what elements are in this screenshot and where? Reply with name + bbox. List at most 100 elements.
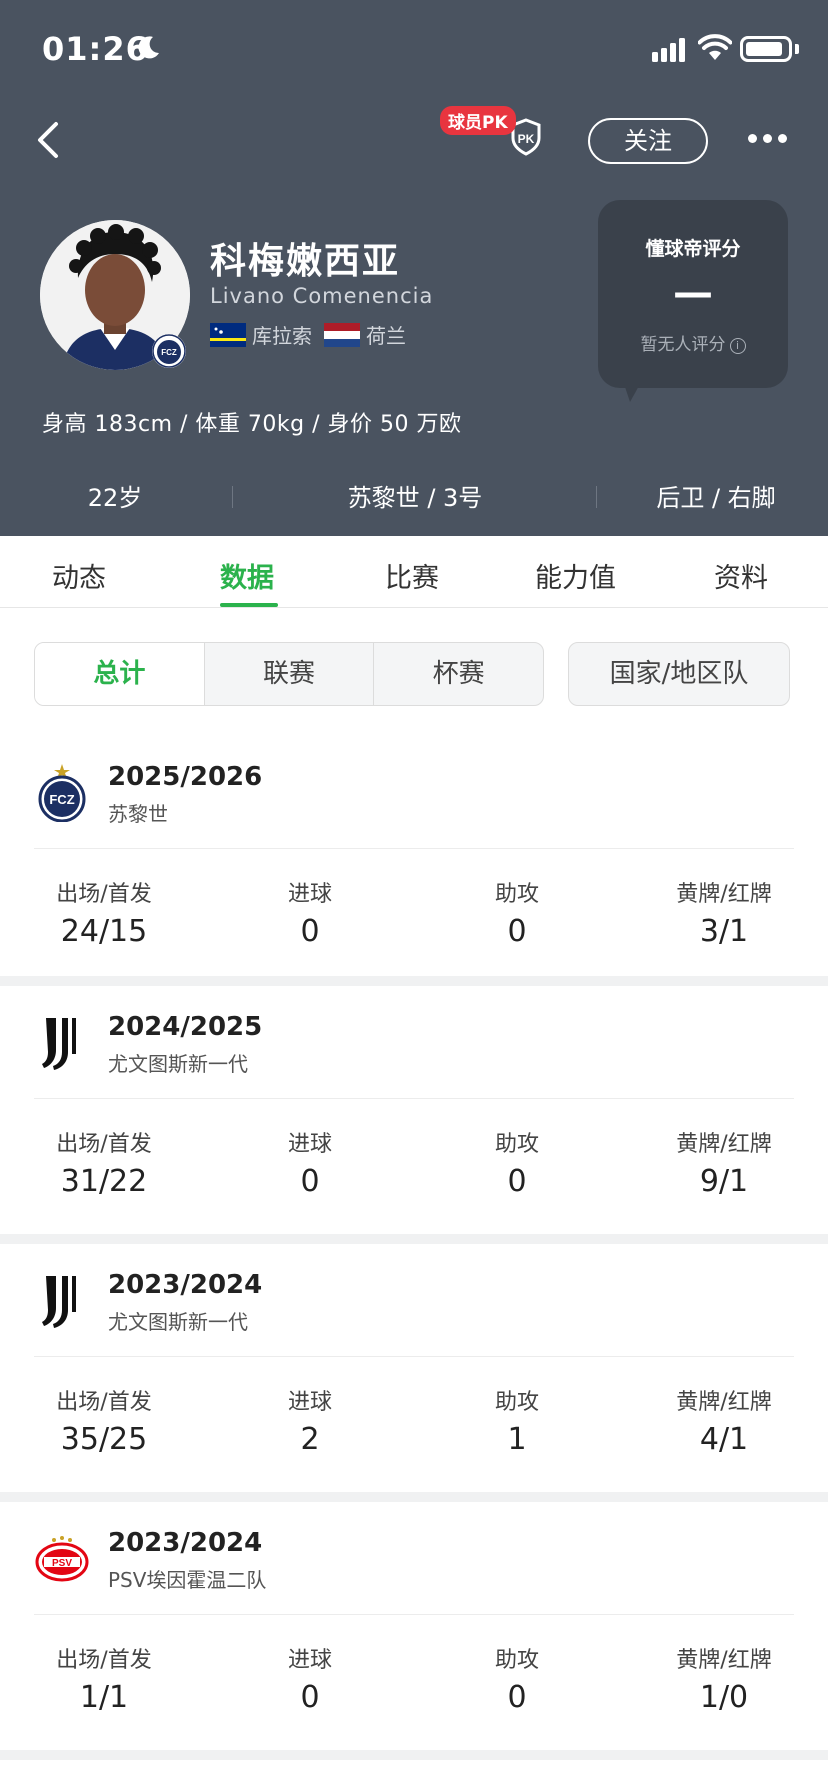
- tab-profile[interactable]: 资料: [714, 556, 768, 595]
- stat-label: 助攻: [494, 1132, 539, 1157]
- tab-activity[interactable]: 动态: [52, 556, 106, 595]
- player-pk-button[interactable]: 球员PK PK: [440, 106, 544, 160]
- follow-button[interactable]: 关注: [588, 118, 708, 164]
- nationality-2: 荷兰: [366, 324, 406, 348]
- competition-filter: 总计 联赛 杯赛: [34, 642, 544, 706]
- stat-value: 0: [507, 1680, 527, 1715]
- juventus-logo-icon: [42, 1018, 76, 1070]
- filter-league[interactable]: 联赛: [203, 643, 374, 705]
- tab-bar: 动态 数据 比赛 能力值 资料: [0, 536, 828, 608]
- stat-label: 进球: [287, 1648, 332, 1673]
- curacao-flag-icon: [210, 322, 246, 347]
- player-name: 科梅嫩西亚: [210, 241, 401, 282]
- battery-tip: [795, 44, 799, 54]
- section-divider: [0, 1750, 828, 1760]
- stat-value: 0: [507, 914, 527, 949]
- stat-cards: 黄牌/红牌 4/1: [644, 1384, 804, 1457]
- wifi-icon: [698, 34, 732, 60]
- stat-cards: 黄牌/红牌 9/1: [644, 1126, 804, 1199]
- tab-data[interactable]: 数据: [220, 556, 274, 595]
- stat-goals: 进球 0: [230, 876, 390, 949]
- stat-goals: 进球 0: [230, 1126, 390, 1199]
- stat-label: 助攻: [494, 882, 539, 907]
- player-english-name: Livano Comenencia: [210, 284, 434, 308]
- stat-assists: 助攻 1: [437, 1384, 597, 1457]
- meta-divider: [596, 486, 597, 508]
- fcz-logo-icon: FCZ: [38, 764, 86, 822]
- stat-value: 2: [300, 1422, 320, 1457]
- netherlands-flag-icon: [324, 322, 360, 347]
- stat-apps: 出场/首发 35/25: [24, 1384, 184, 1457]
- stat-value: 3/1: [699, 914, 749, 949]
- season-card[interactable]: PSV 2023/2024 PSV埃因霍温二队 出场/首发 1/1 进球 0 助攻 0…: [0, 1502, 828, 1760]
- tab-matches[interactable]: 比赛: [385, 556, 439, 595]
- stat-value: 1: [507, 1422, 527, 1457]
- battery-icon: [740, 36, 792, 62]
- rating-note-text: 暂无人评分: [640, 335, 726, 355]
- more-options-icon[interactable]: [748, 134, 788, 146]
- stat-label: 进球: [287, 1390, 332, 1415]
- season-card[interactable]: 2023/2024 尤文图斯新一代 出场/首发 35/25 进球 2 助攻 1 黄牌/…: [0, 1244, 828, 1502]
- moon-icon: [138, 36, 159, 59]
- nationality-1: 库拉索: [252, 324, 312, 348]
- season-year: 2023/2024: [108, 1528, 263, 1558]
- stat-value: 4/1: [699, 1422, 749, 1457]
- player-position-foot: 后卫 / 右脚: [656, 484, 776, 512]
- tab-ability[interactable]: 能力值: [535, 556, 616, 595]
- stat-label: 黄牌/红牌: [676, 1132, 772, 1157]
- stat-assists: 助攻 0: [437, 876, 597, 949]
- season-year: 2024/2025: [108, 1012, 263, 1042]
- stat-value: 35/25: [60, 1422, 148, 1457]
- stat-apps: 出场/首发 1/1: [24, 1642, 184, 1715]
- stat-apps: 出场/首发 31/22: [24, 1126, 184, 1199]
- status-time: 01:26: [42, 30, 149, 68]
- back-button[interactable]: [30, 118, 66, 162]
- player-meta-row: 22岁 苏黎世 / 3号 后卫 / 右脚: [0, 478, 828, 518]
- stat-value: 0: [507, 1164, 527, 1199]
- stat-label: 黄牌/红牌: [676, 1648, 772, 1673]
- stat-label: 助攻: [494, 1390, 539, 1415]
- filter-total[interactable]: 总计: [35, 643, 204, 705]
- stat-value: 1/1: [79, 1680, 129, 1715]
- stat-assists: 助攻 0: [437, 1126, 597, 1199]
- rating-note: 暂无人评分 i: [598, 330, 788, 355]
- stat-label: 出场/首发: [56, 1390, 152, 1415]
- section-divider: [0, 976, 828, 986]
- rating-title: 懂球帝评分: [645, 238, 741, 260]
- nationality-row: 库拉索 荷兰: [210, 320, 406, 349]
- stat-value: 0: [300, 914, 320, 949]
- stat-apps: 出场/首发 24/15: [24, 876, 184, 949]
- stat-value: 1/0: [699, 1680, 749, 1715]
- stat-value: 9/1: [699, 1164, 749, 1199]
- section-divider: [0, 1234, 828, 1244]
- divider: [34, 1614, 794, 1615]
- cellular-signal-icon: [652, 38, 685, 62]
- divider: [34, 848, 794, 849]
- stat-label: 出场/首发: [56, 1648, 152, 1673]
- club-badge-icon: FCZ: [152, 334, 186, 368]
- divider: [34, 1098, 794, 1099]
- psv-logo-icon: PSV: [35, 1536, 89, 1582]
- stat-label: 进球: [287, 882, 332, 907]
- stat-label: 黄牌/红牌: [676, 882, 772, 907]
- divider: [34, 1356, 794, 1357]
- stat-label: 黄牌/红牌: [676, 1390, 772, 1415]
- stat-value: 0: [300, 1680, 320, 1715]
- season-team: 苏黎世: [108, 802, 168, 826]
- season-card[interactable]: 2024/2025 尤文图斯新一代 出场/首发 31/22 进球 0 助攻 0 黄牌/…: [0, 986, 828, 1244]
- filter-cup[interactable]: 杯赛: [373, 643, 543, 705]
- svg-text:PK: PK: [518, 132, 535, 146]
- rating-card[interactable]: 懂球帝评分 — 暂无人评分 i: [598, 200, 788, 388]
- active-tab-indicator: [220, 603, 278, 607]
- season-year: 2025/2026: [108, 762, 263, 792]
- season-team: 尤文图斯新一代: [108, 1052, 248, 1076]
- info-icon[interactable]: i: [729, 338, 746, 354]
- player-club-number: 苏黎世 / 3号: [347, 484, 483, 512]
- filter-national-team[interactable]: 国家/地区队: [568, 642, 790, 706]
- stat-cards: 黄牌/红牌 3/1: [644, 876, 804, 949]
- player-header: 01:26 球员PK PK 关注 FCZ 科梅嫩西亚 Livano Comene…: [0, 0, 828, 536]
- season-card[interactable]: FCZ 2025/2026 苏黎世 出场/首发 24/15 进球 0 助攻 0 黄牌/…: [0, 736, 828, 994]
- stat-value: 24/15: [60, 914, 148, 949]
- body-stats: 身高 183cm / 体重 70kg / 身价 50 万欧: [42, 412, 462, 437]
- stat-label: 进球: [287, 1132, 332, 1157]
